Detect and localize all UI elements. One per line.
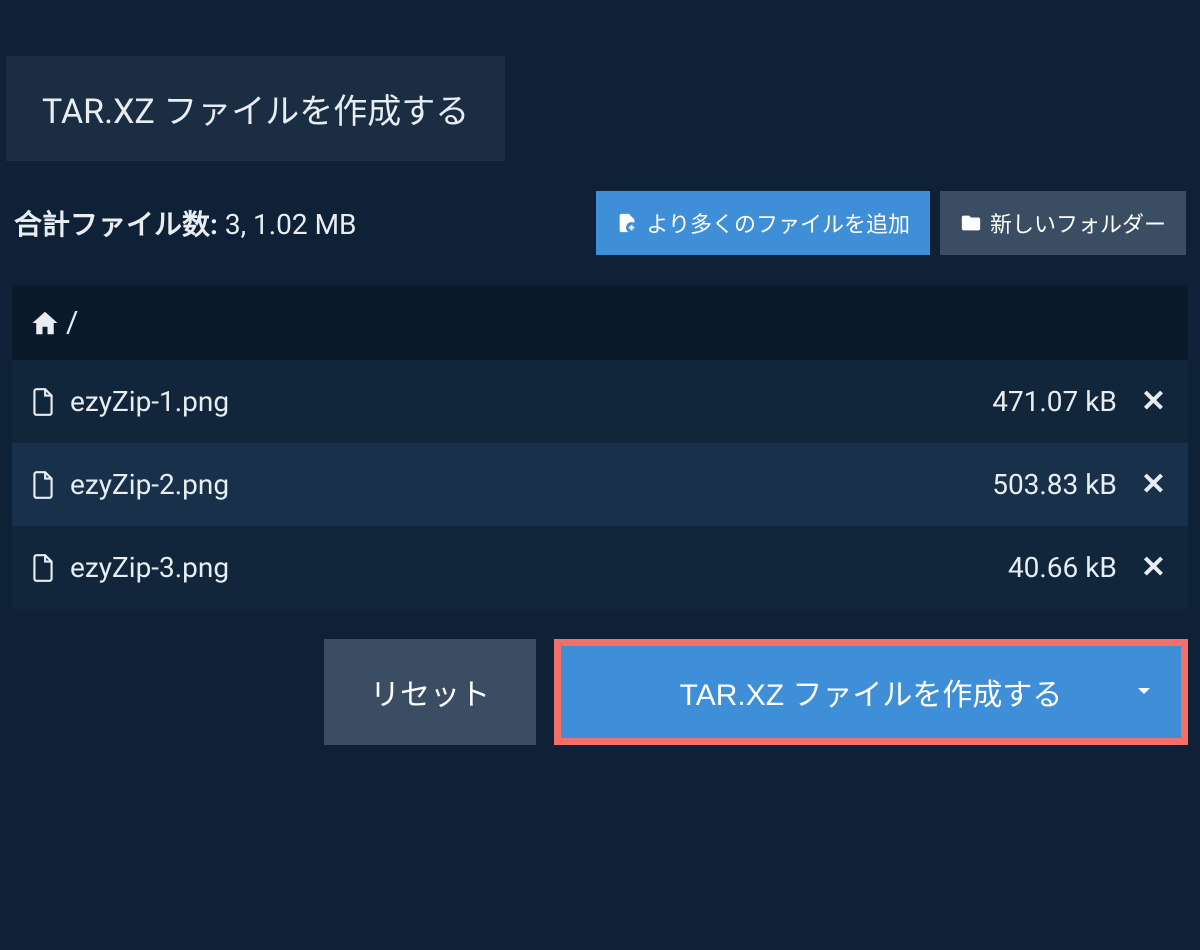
file-icon bbox=[30, 387, 56, 417]
folder-icon bbox=[960, 212, 982, 234]
breadcrumb-separator: / bbox=[66, 305, 78, 340]
add-files-button[interactable]: より多くのファイルを追加 bbox=[596, 191, 930, 255]
add-files-label: より多くのファイルを追加 bbox=[646, 207, 910, 239]
tab-header: TAR.XZ ファイルを作成する bbox=[6, 56, 505, 161]
summary-label: 合計ファイル数: bbox=[14, 208, 218, 241]
new-folder-label: 新しいフォルダー bbox=[990, 207, 1166, 239]
home-icon bbox=[30, 308, 60, 338]
file-size: 503.83 kB bbox=[992, 468, 1117, 501]
create-archive-button[interactable]: TAR.XZ ファイルを作成する bbox=[561, 646, 1181, 738]
close-icon: ✕ bbox=[1141, 550, 1166, 585]
reset-button[interactable]: リセット bbox=[324, 639, 536, 745]
file-name: ezyZip-3.png bbox=[70, 551, 1008, 584]
file-size: 40.66 kB bbox=[1008, 551, 1117, 584]
file-row[interactable]: ezyZip-3.png 40.66 kB ✕ bbox=[12, 526, 1188, 609]
file-row[interactable]: ezyZip-2.png 503.83 kB ✕ bbox=[12, 443, 1188, 526]
reset-label: リセット bbox=[370, 679, 490, 712]
new-folder-button[interactable]: 新しいフォルダー bbox=[940, 191, 1186, 255]
file-add-icon bbox=[616, 212, 638, 234]
file-summary: 合計ファイル数: 3, 1.02 MB bbox=[14, 203, 584, 243]
remove-file-button[interactable]: ✕ bbox=[1137, 384, 1170, 419]
file-name: ezyZip-1.png bbox=[70, 385, 992, 418]
summary-value: 3, 1.02 MB bbox=[225, 208, 357, 241]
remove-file-button[interactable]: ✕ bbox=[1137, 550, 1170, 585]
file-list: / ezyZip-1.png 471.07 kB ✕ ezy bbox=[12, 285, 1188, 609]
file-icon bbox=[30, 470, 56, 500]
file-icon bbox=[30, 553, 56, 583]
file-row[interactable]: ezyZip-1.png 471.07 kB ✕ bbox=[12, 360, 1188, 443]
remove-file-button[interactable]: ✕ bbox=[1137, 467, 1170, 502]
create-button-highlight: TAR.XZ ファイルを作成する bbox=[554, 639, 1188, 745]
create-label: TAR.XZ ファイルを作成する bbox=[680, 670, 1063, 714]
toolbar-buttons: より多くのファイルを追加 新しいフォルダー bbox=[596, 191, 1186, 255]
page-title: TAR.XZ ファイルを作成する bbox=[42, 92, 469, 132]
file-name: ezyZip-2.png bbox=[70, 468, 992, 501]
close-icon: ✕ bbox=[1141, 384, 1166, 419]
close-icon: ✕ bbox=[1141, 467, 1166, 502]
action-bar: リセット TAR.XZ ファイルを作成する bbox=[0, 609, 1200, 775]
file-size: 471.07 kB bbox=[992, 385, 1117, 418]
toolbar: 合計ファイル数: 3, 1.02 MB より多くのファイルを追加 bbox=[0, 161, 1200, 285]
chevron-down-icon bbox=[1137, 687, 1151, 697]
breadcrumb[interactable]: / bbox=[12, 285, 1188, 360]
